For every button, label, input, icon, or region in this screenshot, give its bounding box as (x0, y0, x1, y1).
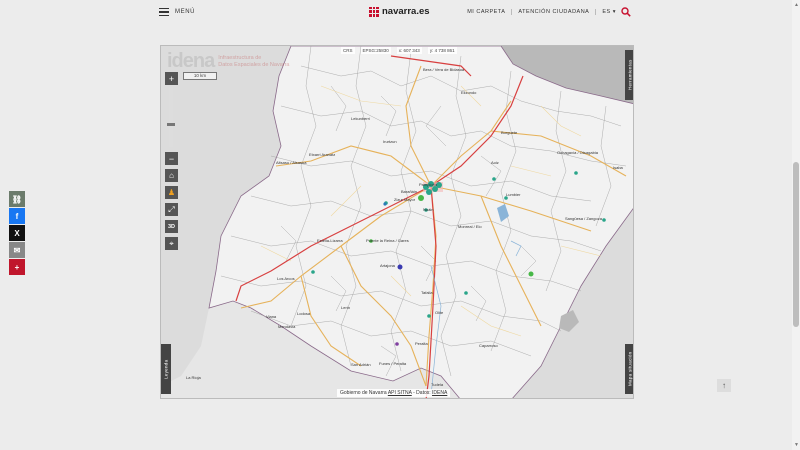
site-logo[interactable]: navarra.es (369, 6, 430, 17)
place-label: Lekunberri (351, 116, 370, 121)
place-label: Etxarri Aranatz (309, 152, 335, 157)
more-icon[interactable]: + (9, 259, 25, 275)
nav-mi-carpeta[interactable]: MI CARPETA (461, 9, 511, 15)
nav-atencion-ciudadana[interactable]: ATENCIÓN CIUDADANA (511, 9, 595, 15)
place-label: Lumbier (506, 192, 521, 197)
fullscreen-icon[interactable]: ⤢ (165, 203, 178, 216)
email-icon[interactable]: ✉ (9, 242, 25, 258)
tools-tab[interactable]: Herramientas (625, 50, 633, 100)
place-label: Tafalla (421, 290, 433, 295)
crs-label: CRS (341, 47, 355, 54)
place-label: Burguete (501, 130, 518, 135)
coordinate-bar: CRS EPSG:25830 x: 607 343 y: 4 738 861 (341, 47, 457, 54)
logo-text: navarra.es (382, 6, 430, 17)
page-scrollbar[interactable]: ▲ ▼ (792, 0, 800, 450)
language-select[interactable]: ES ▾ (595, 9, 622, 15)
scale-bar: 10 km (183, 72, 217, 80)
place-label: Aoiz (491, 160, 499, 165)
place-label: Artajona (380, 263, 396, 268)
place-label: Altsasu / Alsasua (276, 160, 307, 165)
3d-view-button[interactable]: 3D (165, 220, 178, 233)
place-label: Caparroso (479, 343, 498, 348)
idena-brand: idena Infraestructura de Datos Espaciale… (167, 50, 289, 73)
zoom-slider-handle[interactable] (167, 123, 175, 126)
site-header: MENÚ navarra.es MI CARPETA ATENCIÓN CIUD… (0, 0, 792, 28)
zoom-in-button[interactable]: + (165, 72, 178, 85)
api-sitna-link[interactable]: API SITNA (388, 390, 412, 396)
legend-tab[interactable]: Leyenda (161, 344, 171, 394)
place-label: Irurtzun (383, 139, 397, 144)
map-viewer[interactable]: Bera / Vera de Bidasoa Elizondo Lekunberri… (160, 45, 634, 399)
place-label: Ochagavía / Otsagabia (557, 150, 599, 155)
hamburger-icon (159, 8, 169, 16)
place-label: Zizur Mayor (394, 197, 416, 202)
idena-logo-text: idena (167, 50, 215, 72)
home-icon[interactable]: ⌂ (165, 169, 178, 182)
street-view-icon[interactable]: ♟ (165, 186, 178, 199)
zoom-slider[interactable] (167, 87, 175, 147)
zoom-out-button[interactable]: − (165, 152, 178, 165)
x-icon[interactable]: X (9, 225, 25, 241)
share-icon[interactable]: ⛓ (9, 191, 25, 207)
place-label: Mendavia (278, 324, 296, 329)
place-label: Viana (266, 314, 277, 319)
place-label: Lerín (341, 305, 350, 310)
place-label: Sangüesa / Zangoza (565, 216, 603, 221)
scrollbar-thumb[interactable] (793, 162, 799, 327)
share-bar: ⛓ f X ✉ + (9, 191, 25, 275)
idena-link[interactable]: IDENA (432, 390, 447, 396)
place-label: Lodosa (297, 311, 311, 316)
idena-logo: idena (167, 50, 215, 73)
place-label: Tudela (431, 382, 444, 387)
place-label: Pamplona (419, 182, 438, 187)
navarra-logo-icon (369, 6, 379, 17)
top-nav: MI CARPETA ATENCIÓN CIUDADANA ES ▾ (461, 9, 622, 15)
place-label: Monreal / Elo (458, 224, 482, 229)
attribution-prefix: Gobierno de Navarra (340, 390, 387, 396)
search-icon[interactable] (621, 7, 631, 17)
place-label: Peralta (415, 341, 428, 346)
epsg-value[interactable]: EPSG:25830 (360, 47, 391, 54)
brand-sub2: Datos Espaciales de Navarra (218, 61, 290, 68)
place-label: Bera / Vera de Bidasoa (423, 67, 465, 72)
place-label: La Rioja (186, 375, 201, 380)
scroll-up-icon[interactable]: ▲ (794, 2, 799, 8)
menu-button[interactable]: MENÚ (159, 8, 195, 16)
place-label: Funes / Peralta (379, 361, 407, 366)
place-label: Puente la Reina / Gares (366, 238, 409, 243)
map-canvas[interactable]: Bera / Vera de Bidasoa Elizondo Lekunberri… (161, 46, 634, 399)
situation-map-tab[interactable]: Mapa situación (625, 344, 633, 394)
scroll-down-icon[interactable]: ▼ (794, 442, 799, 448)
menu-label: MENÚ (175, 9, 196, 15)
y-coordinate: y: 4 738 861 (427, 47, 457, 54)
geolocation-icon[interactable]: ⌖ (165, 237, 178, 250)
place-label: Isaba (613, 165, 624, 170)
place-label: Olite (435, 310, 444, 315)
place-label: Noáin (423, 207, 433, 212)
place-label: Los Arcos (277, 276, 295, 281)
x-coordinate: x: 607 343 (396, 47, 422, 54)
place-label: Barañáin (401, 189, 417, 194)
place-label: Estella-Lizarra (317, 238, 343, 243)
facebook-icon[interactable]: f (9, 208, 25, 224)
place-label: Elizondo (461, 90, 477, 95)
map-attribution: Gobierno de Navarra API SITNA - Datos: I… (337, 389, 451, 397)
scroll-to-top-button[interactable]: ↑ (717, 379, 731, 392)
attribution-mid: - Datos: (413, 390, 431, 396)
place-label: San Adrián (351, 362, 371, 367)
